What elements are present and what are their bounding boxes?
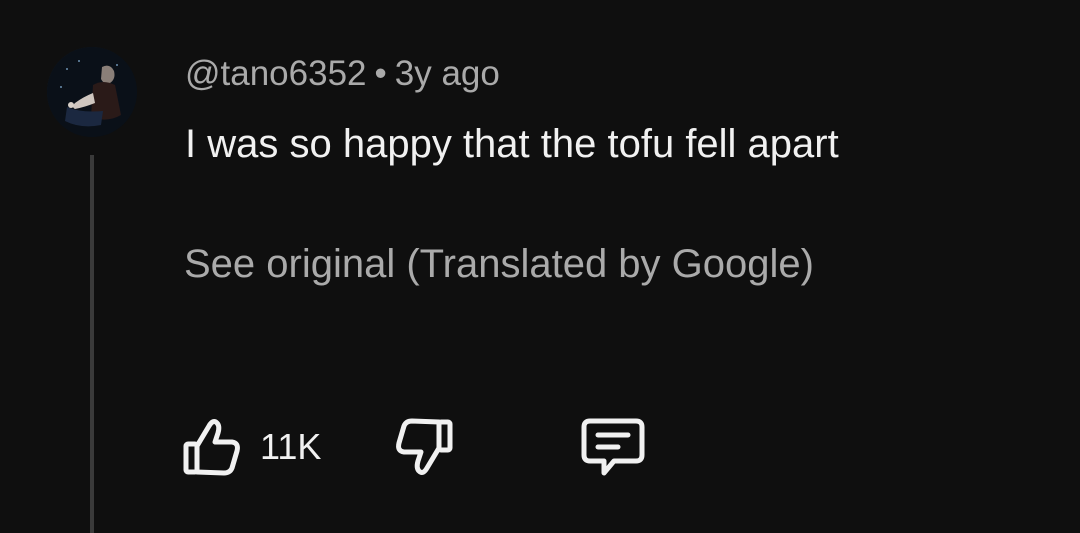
thumbs-down-icon bbox=[394, 416, 454, 478]
thumbs-up-icon bbox=[182, 416, 242, 478]
see-original-link[interactable]: See original (Translated by Google) bbox=[184, 242, 814, 287]
comment-text: I was so happy that the tofu fell apart bbox=[185, 122, 839, 166]
meta-separator: • bbox=[374, 54, 387, 93]
like-count: 11K bbox=[260, 426, 322, 467]
like-button[interactable]: 11K bbox=[182, 415, 321, 479]
comment-card: @tano6352 • 3y ago I was so happy that the… bbox=[0, 0, 1080, 533]
comment-meta: @tano6352 • 3y ago bbox=[185, 54, 500, 94]
thread-line bbox=[90, 155, 94, 533]
comment-timestamp[interactable]: 3y ago bbox=[395, 54, 500, 93]
avatar-image bbox=[47, 47, 137, 137]
comment-icon bbox=[580, 415, 646, 479]
author-handle[interactable]: @tano6352 bbox=[185, 54, 367, 93]
avatar[interactable] bbox=[47, 47, 137, 137]
reply-button[interactable] bbox=[580, 415, 646, 479]
dislike-button[interactable] bbox=[394, 415, 454, 479]
